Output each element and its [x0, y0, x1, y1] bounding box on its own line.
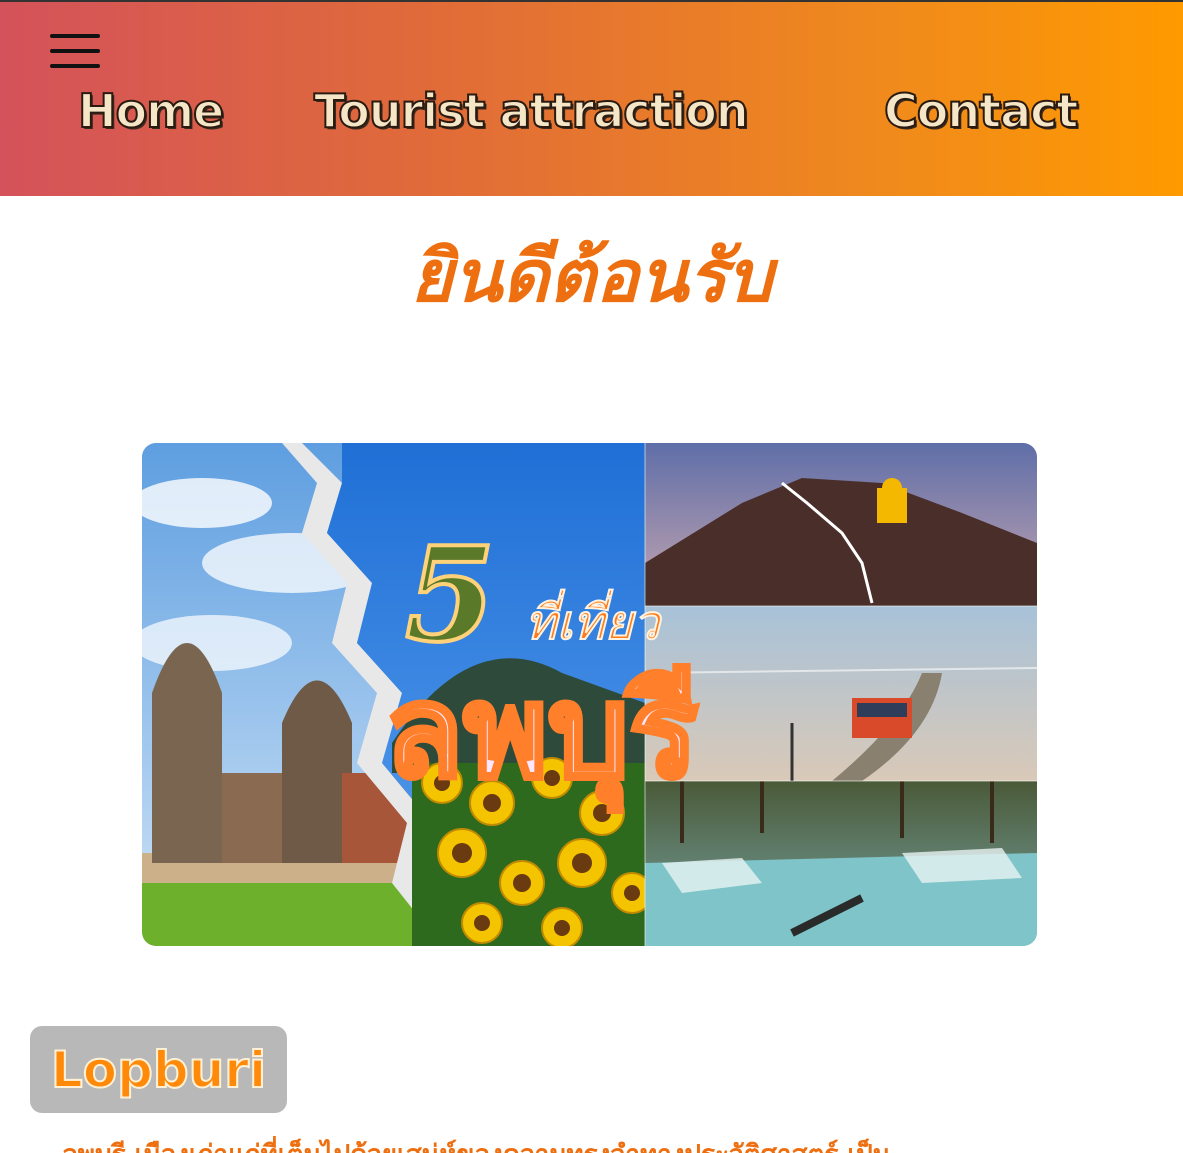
menu-bar	[50, 49, 100, 53]
intro-paragraph: ลพบุรี เมืองเก่าแก่ที่เต็มไปด้วยเสน่ห์ขอ…	[62, 1134, 1142, 1153]
lopburi-badge: Lopburi	[30, 1026, 287, 1113]
site-header: Home Tourist attraction Contact	[0, 0, 1183, 196]
menu-bar	[50, 64, 100, 68]
nav-home-link[interactable]: Home	[77, 83, 225, 139]
menu-bar	[50, 34, 100, 38]
nav-contact-link[interactable]: Contact	[883, 83, 1079, 139]
welcome-heading: ยินดีต้อนรับ	[410, 233, 773, 318]
page: Home Tourist attraction Contact ยินดีต้อ…	[0, 0, 1183, 1153]
hamburger-menu-icon[interactable]	[50, 34, 100, 68]
nav-tourist-attraction-link[interactable]: Tourist attraction	[313, 83, 750, 139]
hero-title-text: ลพบุรี	[383, 656, 701, 810]
lopburi-badge-label: Lopburi	[50, 1040, 267, 1100]
